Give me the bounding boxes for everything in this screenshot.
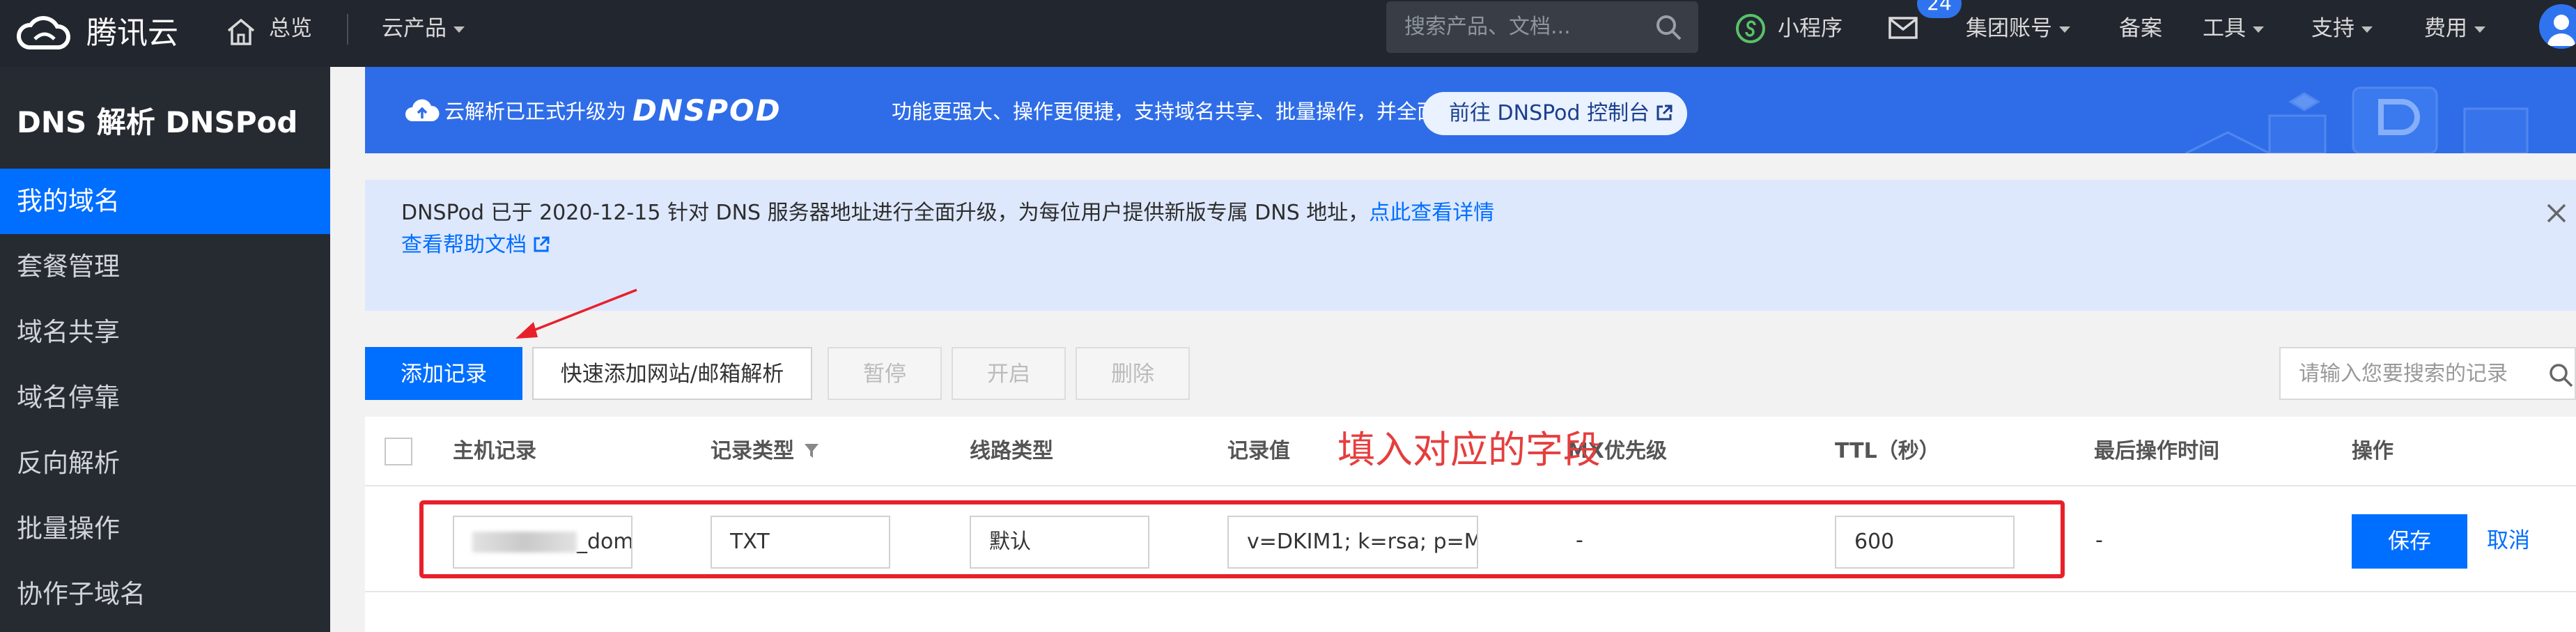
record-search-input[interactable]: 请输入您要搜索的记录 [2279,347,2576,400]
filter-icon[interactable] [804,442,819,459]
select-all-checkbox[interactable] [385,438,412,465]
nav-tools-label: 工具 [2203,16,2246,41]
enable-button[interactable]: 开启 [952,347,1066,400]
home-icon[interactable] [224,15,258,49]
external-link-icon [1656,105,1673,121]
search-icon[interactable] [1654,13,1683,42]
column-header-host: 主机记录 [453,439,536,463]
dns-records-table: 主机记录 记录类型 线路类型 记录值 MX优先级 TTL（秒） 最后操作时间 操… [365,417,2576,632]
column-header-type-label: 记录类型 [711,439,794,463]
nav-support-menu[interactable]: 支持 [2311,15,2373,43]
pause-button[interactable]: 暂停 [828,347,942,400]
external-link-icon [534,236,550,252]
chevron-down-icon [2474,26,2485,33]
sidebar-item-collab-subdomain[interactable]: 协作子域名 [0,562,330,627]
nav-tools-menu[interactable]: 工具 [2203,15,2264,43]
nav-group-account-label: 集团账号 [1966,16,2052,41]
save-button[interactable]: 保存 [2352,514,2467,569]
close-icon[interactable] [2543,199,2570,227]
banner-text: 云解析已正式升级为 [444,100,627,123]
goto-dnspod-console-button[interactable]: 前往 DNSPod 控制台 [1422,92,1687,135]
fill-fields-annotation: 填入对应的字段 [1337,428,1601,472]
nav-products-label: 云产品 [382,16,447,41]
sidebar-title: DNS 解析 DNSPod [17,105,298,139]
column-header-ttl: TTL（秒） [1835,439,1940,463]
upgrade-banner: 云解析已正式升级为 DNSPOD 功能更强大、操作更便捷，支持域名共享、批量操作… [365,67,2576,153]
sidebar-item-domain-parking[interactable]: 域名停靠 [0,365,330,431]
search-icon[interactable] [2547,361,2575,389]
user-avatar-icon[interactable] [2539,4,2576,49]
column-header-value: 记录值 [1227,439,1290,463]
column-header-action: 操作 [2352,439,2393,463]
delete-button[interactable]: 删除 [1076,347,1190,400]
nav-group-account[interactable]: 集团账号 [1966,15,2070,43]
message-count-badge: 24 [1917,0,1962,18]
sidebar-item-batch-ops[interactable]: 批量操作 [0,496,330,562]
cloud-logo-icon[interactable] [14,13,72,54]
help-docs-link[interactable]: 查看帮助文档 [401,230,550,261]
add-record-button[interactable]: 添加记录 [365,347,522,400]
nav-beian-link[interactable]: 备案 [2119,15,2162,43]
last-op-time-value: - [2095,528,2103,553]
column-header-line: 线路类型 [970,439,1053,463]
nav-fees-menu[interactable]: 费用 [2424,15,2485,43]
red-arrow-annotation [515,288,637,339]
global-search-input[interactable]: 搜索产品、文档... [1386,1,1698,53]
sidebar-item-my-domains[interactable]: 我的域名 [0,169,330,234]
nav-home-link[interactable]: 总览 [269,15,312,43]
chevron-down-icon [2059,26,2070,33]
search-placeholder: 搜索产品、文档... [1404,15,1571,39]
dns-upgrade-notice: DNSPod 已于 2020-12-15 针对 DNS 服务器地址进行全面升级，… [365,180,2576,311]
notice-text: DNSPod 已于 2020-12-15 针对 DNS 服务器地址进行全面升级，… [401,201,1370,225]
quick-add-website-mail-button[interactable]: 快速添加网站/邮箱解析 [532,347,812,400]
notice-text-line: DNSPod 已于 2020-12-15 针对 DNS 服务器地址进行全面升级，… [401,198,1494,229]
brand-logo-text[interactable]: 腾讯云 [86,14,178,53]
banner-decoration [2185,86,2529,153]
cloud-upload-icon [405,99,440,121]
notice-details-link[interactable]: 点此查看详情 [1369,201,1494,225]
chevron-down-icon [2253,26,2264,33]
chevron-down-icon [453,26,465,33]
sidebar-item-reverse-dns[interactable]: 反向解析 [0,431,330,496]
mail-icon[interactable] [1888,14,1918,42]
nav-support-label: 支持 [2311,16,2354,41]
nav-divider [347,14,348,45]
top-navigation-bar: 腾讯云 总览 云产品 搜索产品、文档... 小程序 24 集团账号 备案 工具 … [0,0,2576,67]
chevron-down-icon [2361,26,2373,33]
nav-products-menu[interactable]: 云产品 [382,15,465,43]
help-docs-label: 查看帮助文档 [401,233,527,257]
nav-mini-program[interactable]: 小程序 [1778,15,1842,43]
table-header-row: 主机记录 记录类型 线路类型 记录值 MX优先级 TTL（秒） 最后操作时间 操… [365,417,2576,486]
sidebar-item-domain-sharing[interactable]: 域名共享 [0,300,330,365]
nav-fees-label: 费用 [2424,16,2467,41]
dnspod-logo: DNSPOD [633,93,782,128]
table-row: _dom TXT 默认 v=DKIM1; k=rsa; p=MI( - 600 … [365,486,2576,592]
sidebar: DNS 解析 DNSPod 我的域名 套餐管理 域名共享 域名停靠 反向解析 批… [0,67,330,632]
sidebar-item-packages[interactable]: 套餐管理 [0,234,330,300]
cancel-link[interactable]: 取消 [2487,525,2530,556]
red-highlight-box [419,500,2065,578]
record-search-placeholder: 请输入您要搜索的记录 [2299,362,2508,386]
goto-dnspod-console-label: 前往 DNSPod 控制台 [1449,101,1650,125]
column-header-type[interactable]: 记录类型 [711,436,819,467]
mini-program-icon[interactable] [1735,13,1767,45]
column-header-last-op: 最后操作时间 [2094,439,2219,463]
